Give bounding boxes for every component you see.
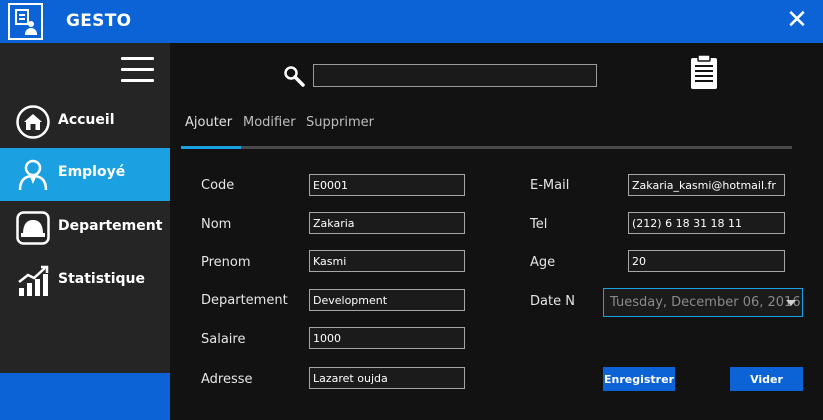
- clear-button[interactable]: Vider: [730, 367, 803, 391]
- title-bar: GESTO ✕: [0, 0, 823, 43]
- tab-bar: Ajouter Modifier Supprimer: [181, 115, 821, 149]
- tab-divider: [181, 146, 792, 149]
- chevron-down-icon[interactable]: [786, 300, 796, 306]
- app-logo-icon: [8, 3, 43, 40]
- sidebar-item-accueil[interactable]: Accueil: [0, 96, 170, 149]
- sidebar-item-label: Employé: [58, 164, 126, 180]
- code-label: Code: [201, 178, 235, 193]
- save-button[interactable]: Enregistrer: [603, 367, 675, 391]
- employee-icon: [18, 159, 48, 191]
- tab-modifier[interactable]: Modifier: [243, 115, 296, 130]
- age-field[interactable]: [628, 250, 785, 272]
- sidebar-item-statistique[interactable]: Statistique: [0, 255, 170, 308]
- close-button[interactable]: ✕: [785, 6, 809, 34]
- sidebar-item-employe[interactable]: Employé: [0, 148, 170, 201]
- tab-active-indicator: [181, 146, 241, 149]
- departement-label: Departement: [201, 293, 288, 308]
- home-icon: [16, 105, 50, 139]
- date-naissance-value: Tuesday, December 06, 2016: [610, 295, 801, 310]
- email-field[interactable]: [628, 174, 785, 196]
- main-panel: Ajouter Modifier Supprimer Code Nom Pren…: [170, 43, 823, 420]
- age-label: Age: [530, 255, 556, 270]
- departement-field[interactable]: [309, 289, 465, 311]
- prenom-label: Prenom: [201, 255, 251, 270]
- department-helmet-icon: [16, 211, 50, 245]
- search-input[interactable]: [313, 64, 597, 87]
- prenom-field[interactable]: [309, 250, 465, 272]
- sidebar-item-departement[interactable]: Departement: [0, 202, 170, 255]
- email-label: E-Mail: [530, 178, 570, 193]
- tab-supprimer[interactable]: Supprimer: [306, 115, 374, 130]
- tab-ajouter[interactable]: Ajouter: [185, 115, 232, 130]
- code-field[interactable]: [309, 174, 465, 196]
- sidebar-item-label: Accueil: [58, 112, 115, 128]
- tel-label: Tel: [530, 217, 548, 232]
- sidebar-footer: [0, 373, 170, 420]
- date-naissance-picker[interactable]: Tuesday, December 06, 2016: [603, 288, 803, 317]
- adresse-label: Adresse: [201, 372, 253, 387]
- adresse-field[interactable]: [309, 367, 465, 389]
- tel-field[interactable]: [628, 212, 785, 234]
- salaire-label: Salaire: [201, 332, 246, 347]
- date-naissance-label: Date N: [530, 294, 575, 309]
- hamburger-icon[interactable]: [121, 57, 154, 83]
- search-icon[interactable]: [283, 65, 305, 87]
- sidebar-item-label: Statistique: [58, 271, 146, 287]
- nom-field[interactable]: [309, 212, 465, 234]
- nom-label: Nom: [201, 217, 232, 232]
- clipboard-icon[interactable]: [689, 54, 719, 90]
- app-title: GESTO: [66, 11, 132, 31]
- sidebar-item-label: Departement: [58, 218, 163, 234]
- sidebar: Accueil Employé Departement Statistique: [0, 43, 170, 420]
- salaire-field[interactable]: [309, 327, 465, 349]
- stats-chart-icon: [18, 265, 49, 296]
